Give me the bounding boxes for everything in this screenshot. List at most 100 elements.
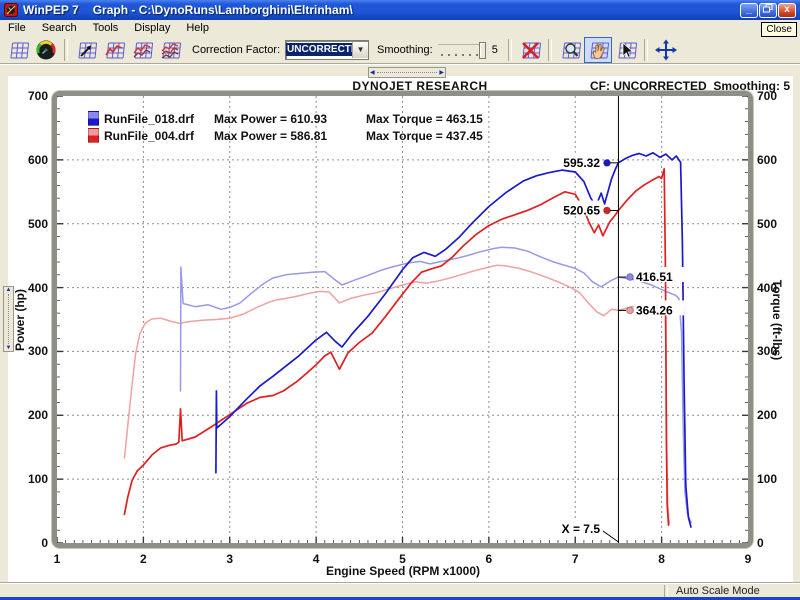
window-title-doc: Graph - C:\DynoRuns\Lamborghini\Eltrinha… xyxy=(93,3,353,17)
x-tick-label: 6 xyxy=(474,552,504,566)
graph-three-curves-button[interactable] xyxy=(156,37,184,63)
x-tick-label: 3 xyxy=(215,552,245,566)
select-point-icon xyxy=(614,39,638,61)
title-bar[interactable]: WinPEP 7 Graph - C:\DynoRuns\Lamborghini… xyxy=(0,0,800,20)
graph-pick-icon xyxy=(74,39,98,61)
slider-tick xyxy=(441,54,443,56)
horizontal-pan-scrollbar[interactable]: ◀ ▶ xyxy=(368,67,446,78)
left-y-tick-label: 200 xyxy=(16,408,48,422)
left-axis-label: Power (hp) xyxy=(13,260,27,380)
gauge-button[interactable] xyxy=(32,37,60,63)
left-y-tick-label: 700 xyxy=(16,89,48,103)
pan-track[interactable] xyxy=(8,294,9,344)
legend-max-power: Max Power = 610.93 xyxy=(214,112,366,126)
x-axis-label: Engine Speed (RPM x1000) xyxy=(253,564,553,578)
legend-row: RunFile_018.drfMax Power = 610.93Max Tor… xyxy=(88,110,483,127)
x-tick-label: 8 xyxy=(647,552,677,566)
chart-legend: RunFile_018.drfMax Power = 610.93Max Tor… xyxy=(88,110,483,144)
smoothing-label: Smoothing: xyxy=(377,44,433,56)
pan-hand-button[interactable] xyxy=(584,37,612,63)
dyno-chart[interactable]: 595.32520.65416.51364.26X = 7.5 xyxy=(57,96,748,543)
slider-tick xyxy=(462,54,464,56)
zoom-graph-button[interactable] xyxy=(556,37,584,63)
graph-two-curves-icon xyxy=(130,39,154,61)
gridlines xyxy=(57,96,748,543)
correction-factor-label: Correction Factor: xyxy=(192,44,280,56)
restore-button[interactable] xyxy=(759,3,777,18)
winpep-logo-icon xyxy=(4,3,18,17)
right-y-tick-label: 500 xyxy=(757,217,791,231)
restore-icon xyxy=(763,4,773,13)
dropdown-arrow-icon[interactable]: ▼ xyxy=(352,42,368,58)
slider-tick xyxy=(455,54,457,56)
graph-one-curve-icon xyxy=(102,39,126,61)
zoom-graph-icon xyxy=(558,39,582,61)
series-runfile-018-drf-torque xyxy=(181,247,692,522)
toolbar: Correction Factor: UNCORRECTED ▼ Smoothi… xyxy=(0,36,800,64)
pan-left-arrow-icon[interactable]: ◀ xyxy=(369,70,376,76)
legend-file-name: RunFile_004.drf xyxy=(104,129,214,143)
legend-max-torque: Max Torque = 463.15 xyxy=(366,112,483,126)
menu-item-help[interactable]: Help xyxy=(178,21,217,35)
x-tick-label: 5 xyxy=(388,552,418,566)
slider-tick xyxy=(469,54,471,56)
toolbar-separator xyxy=(548,39,552,61)
minimize-button[interactable]: _ xyxy=(740,3,758,18)
legend-file-name: RunFile_018.drf xyxy=(104,112,214,126)
series-runfile-004-drf-power xyxy=(124,169,668,525)
pan-right-arrow-icon[interactable]: ▶ xyxy=(438,70,445,76)
correction-factor-value: UNCORRECTED xyxy=(286,43,352,56)
toolbar-separator xyxy=(64,39,68,61)
graph-three-curves-icon xyxy=(158,39,182,61)
slider-tick xyxy=(476,54,478,56)
axis-ticks xyxy=(57,96,748,543)
delete-graph-button[interactable] xyxy=(516,37,544,63)
select-point-button[interactable] xyxy=(612,37,640,63)
x-tick-label: 2 xyxy=(128,552,158,566)
right-axis-label: Torque (ft-lbs) xyxy=(770,260,784,380)
graph-two-curves-button[interactable] xyxy=(128,37,156,63)
right-y-tick-label: 700 xyxy=(757,89,791,103)
legend-max-power: Max Power = 586.81 xyxy=(214,129,366,143)
legend-row: RunFile_004.drfMax Power = 586.81Max Tor… xyxy=(88,127,483,144)
series-runfile-004-drf-torque xyxy=(124,265,669,524)
graph-grid-button[interactable] xyxy=(4,37,32,63)
graph-one-curve-button[interactable] xyxy=(100,37,128,63)
close-button[interactable]: x xyxy=(778,3,796,18)
x-tick-label: 9 xyxy=(733,552,763,566)
smoothing-slider[interactable] xyxy=(438,41,486,59)
vertical-pan-scrollbar[interactable]: ▲ ▼ xyxy=(3,286,14,352)
legend-swatch xyxy=(88,128,99,143)
right-y-tick-label: 300 xyxy=(757,344,791,358)
gauge-icon xyxy=(34,39,58,61)
status-bar: Auto Scale Mode xyxy=(0,583,800,598)
menu-item-display[interactable]: Display xyxy=(126,21,178,35)
window-title-app: WinPEP 7 xyxy=(23,3,79,17)
correction-factor-dropdown[interactable]: UNCORRECTED ▼ xyxy=(285,40,369,60)
left-y-tick-label: 500 xyxy=(16,217,48,231)
cursor-value-label: 595.32 xyxy=(563,156,600,170)
winpep-window: WinPEP 7 Graph - C:\DynoRuns\Lamborghini… xyxy=(0,0,800,600)
cursor-dot xyxy=(627,307,634,314)
menu-item-search[interactable]: Search xyxy=(34,21,85,35)
menu-item-file[interactable]: File xyxy=(0,21,34,35)
pan-hand-icon xyxy=(586,39,610,61)
left-y-tick-label: 600 xyxy=(16,153,48,167)
graph-pick-button[interactable] xyxy=(72,37,100,63)
status-divider xyxy=(664,585,668,597)
move-graph-button[interactable] xyxy=(652,37,680,63)
cursor-value-label: 520.65 xyxy=(563,204,600,218)
cursor-dot xyxy=(604,207,611,214)
toolbar-separator xyxy=(644,39,648,61)
pan-down-arrow-icon[interactable]: ▼ xyxy=(5,345,13,351)
legend-swatch xyxy=(88,111,99,126)
right-y-tick-label: 200 xyxy=(757,408,791,422)
right-y-tick-label: 400 xyxy=(757,281,791,295)
slider-tick xyxy=(448,54,450,56)
pan-up-arrow-icon[interactable]: ▲ xyxy=(5,287,13,293)
menu-item-tools[interactable]: Tools xyxy=(85,21,127,35)
left-y-tick-label: 100 xyxy=(16,472,48,486)
pan-track[interactable] xyxy=(377,72,438,73)
right-y-tick-label: 600 xyxy=(757,153,791,167)
slider-thumb[interactable] xyxy=(479,42,486,59)
